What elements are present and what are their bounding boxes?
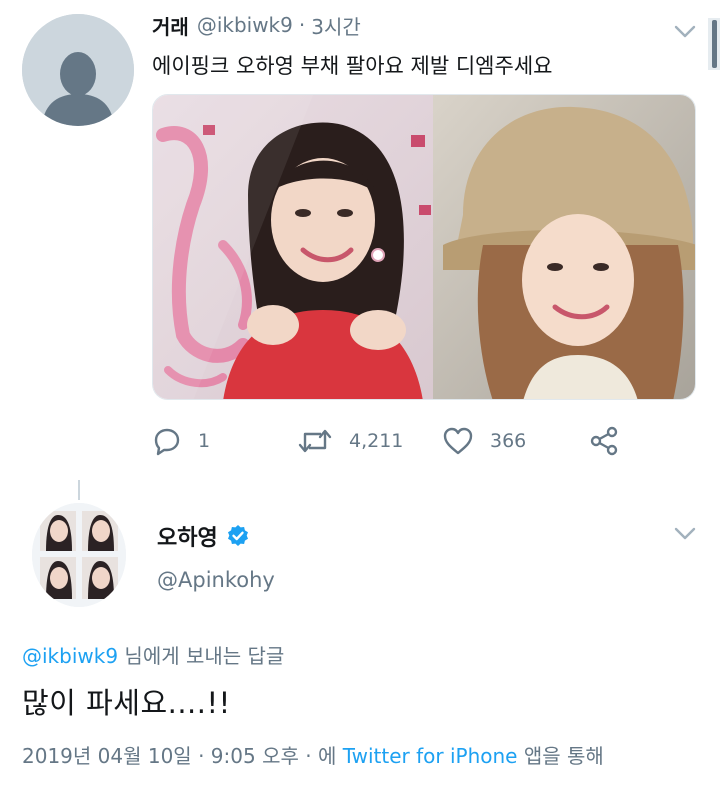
retweet-icon <box>298 429 332 453</box>
reply-icon <box>154 428 180 456</box>
tweet-text: 에이핑크 오하영 부채 팔아요 제발 디엠주세요 <box>152 54 553 78</box>
share-icon <box>590 426 618 456</box>
tweet-meta: 2019년 04월 10일 · 9:05 오후 · 에 Twitter for … <box>22 740 604 769</box>
avatar-apinkohy[interactable] <box>32 503 126 607</box>
share-button[interactable] <box>587 426 621 456</box>
verified-badge-icon <box>226 524 250 548</box>
chevron-down-icon[interactable] <box>672 524 698 544</box>
like-button[interactable]: 366 <box>442 426 587 456</box>
retweet-button[interactable]: 4,211 <box>297 426 442 456</box>
tweet-original: 거래 @ikbiwk9 · 3시간 에이핑크 오하영 부채 팔아요 제발 디엠주… <box>0 0 720 470</box>
tweet-photo[interactable] <box>152 94 696 400</box>
meta-source-link[interactable]: Twitter for iPhone <box>343 744 518 768</box>
display-name[interactable]: 거래 <box>152 11 189 40</box>
user-handle[interactable]: @ikbiwk9 <box>197 13 293 37</box>
display-name[interactable]: 오하영 <box>157 520 218 552</box>
meta-date[interactable]: 2019년 04월 10일 <box>22 744 192 768</box>
default-profile-icon <box>22 14 134 126</box>
replying-suffix: 님에게 보내는 답글 <box>124 644 285 668</box>
avatar-default[interactable] <box>22 14 134 126</box>
reply-text: 많이 파세요....!! <box>22 686 231 720</box>
heart-icon <box>443 427 473 455</box>
meta-via-prefix: · 에 <box>305 744 337 768</box>
retweet-count: 4,211 <box>349 430 404 452</box>
separator-dot: · <box>298 13 306 37</box>
replying-to: @ikbiwk9 님에게 보내는 답글 <box>22 640 284 669</box>
tweet-header: 거래 @ikbiwk9 · 3시간 <box>152 10 361 40</box>
meta-separator: · <box>198 744 205 768</box>
reply-count: 1 <box>198 430 211 452</box>
tweet-actions: 1 4,211 366 <box>152 422 621 460</box>
thread-connector <box>78 480 80 500</box>
like-count: 366 <box>490 430 527 452</box>
reply-user-row: 오하영 <box>157 520 250 552</box>
mention-link[interactable]: @ikbiwk9 <box>22 644 118 668</box>
reply-button[interactable]: 1 <box>152 426 297 456</box>
meta-via-suffix: 앱을 통해 <box>523 744 604 768</box>
user-handle[interactable]: @Apinkohy <box>157 568 275 592</box>
chevron-down-icon[interactable] <box>672 22 698 42</box>
meta-time[interactable]: 9:05 오후 <box>211 744 299 768</box>
scrollbar-thumb[interactable] <box>712 20 717 68</box>
tweet-time[interactable]: 3시간 <box>311 11 361 40</box>
